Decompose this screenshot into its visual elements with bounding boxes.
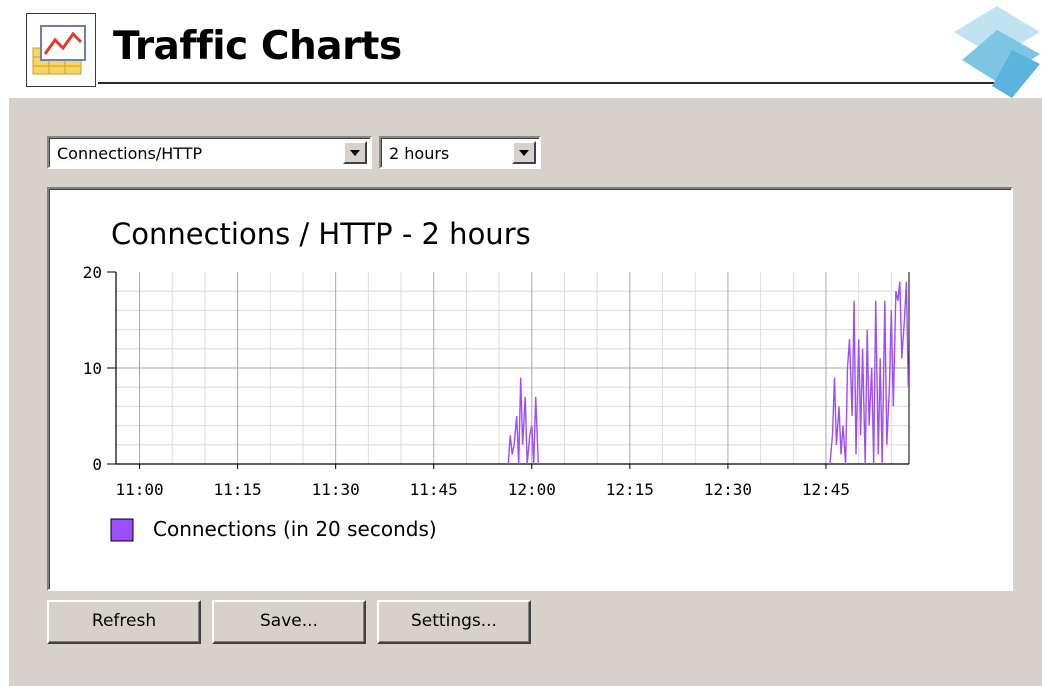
y-tick-label: 20 bbox=[83, 263, 102, 282]
title-divider bbox=[98, 82, 1018, 84]
x-tick-label: 12:30 bbox=[704, 480, 752, 499]
range-select[interactable]: 2 hours bbox=[379, 136, 541, 169]
metric-select[interactable]: Connections/HTTP bbox=[47, 136, 372, 169]
brand-logo bbox=[952, 2, 1042, 98]
y-tick-label: 10 bbox=[83, 359, 102, 378]
x-tick-label: 11:15 bbox=[214, 480, 262, 499]
chart-area: Connections / HTTP - 2 hours 0 10 20 11:00 11… bbox=[47, 187, 1013, 591]
traffic-chart: Connections / HTTP - 2 hours 0 10 20 11:00 11… bbox=[83, 217, 910, 542]
page-title: Traffic Charts bbox=[113, 24, 402, 69]
settings-button[interactable]: Settings... bbox=[377, 600, 531, 644]
x-tick-label: 11:45 bbox=[410, 480, 458, 499]
save-button[interactable]: Save... bbox=[212, 600, 366, 644]
refresh-button[interactable]: Refresh bbox=[47, 600, 201, 644]
header: Traffic Charts bbox=[0, 0, 1042, 98]
chevron-down-icon[interactable] bbox=[343, 141, 367, 164]
legend-label: Connections (in 20 seconds) bbox=[153, 517, 437, 541]
metric-select-value: Connections/HTTP bbox=[57, 144, 203, 163]
series-line bbox=[829, 281, 909, 465]
traffic-chart-icon bbox=[26, 13, 96, 87]
x-tick-label: 11:00 bbox=[115, 480, 163, 499]
series-line bbox=[507, 377, 539, 465]
range-select-value: 2 hours bbox=[389, 144, 450, 163]
x-tick-label: 12:15 bbox=[606, 480, 654, 499]
legend-swatch bbox=[110, 518, 134, 542]
chart-title: Connections / HTTP - 2 hours bbox=[111, 217, 531, 251]
main-panel: Connections/HTTP 2 hours Connections / H… bbox=[9, 98, 1042, 686]
chevron-down-icon[interactable] bbox=[512, 141, 536, 164]
x-tick-label: 12:00 bbox=[508, 480, 556, 499]
x-tick-label: 12:45 bbox=[802, 480, 850, 499]
x-tick-label: 11:30 bbox=[312, 480, 360, 499]
y-tick-label: 0 bbox=[92, 455, 102, 474]
